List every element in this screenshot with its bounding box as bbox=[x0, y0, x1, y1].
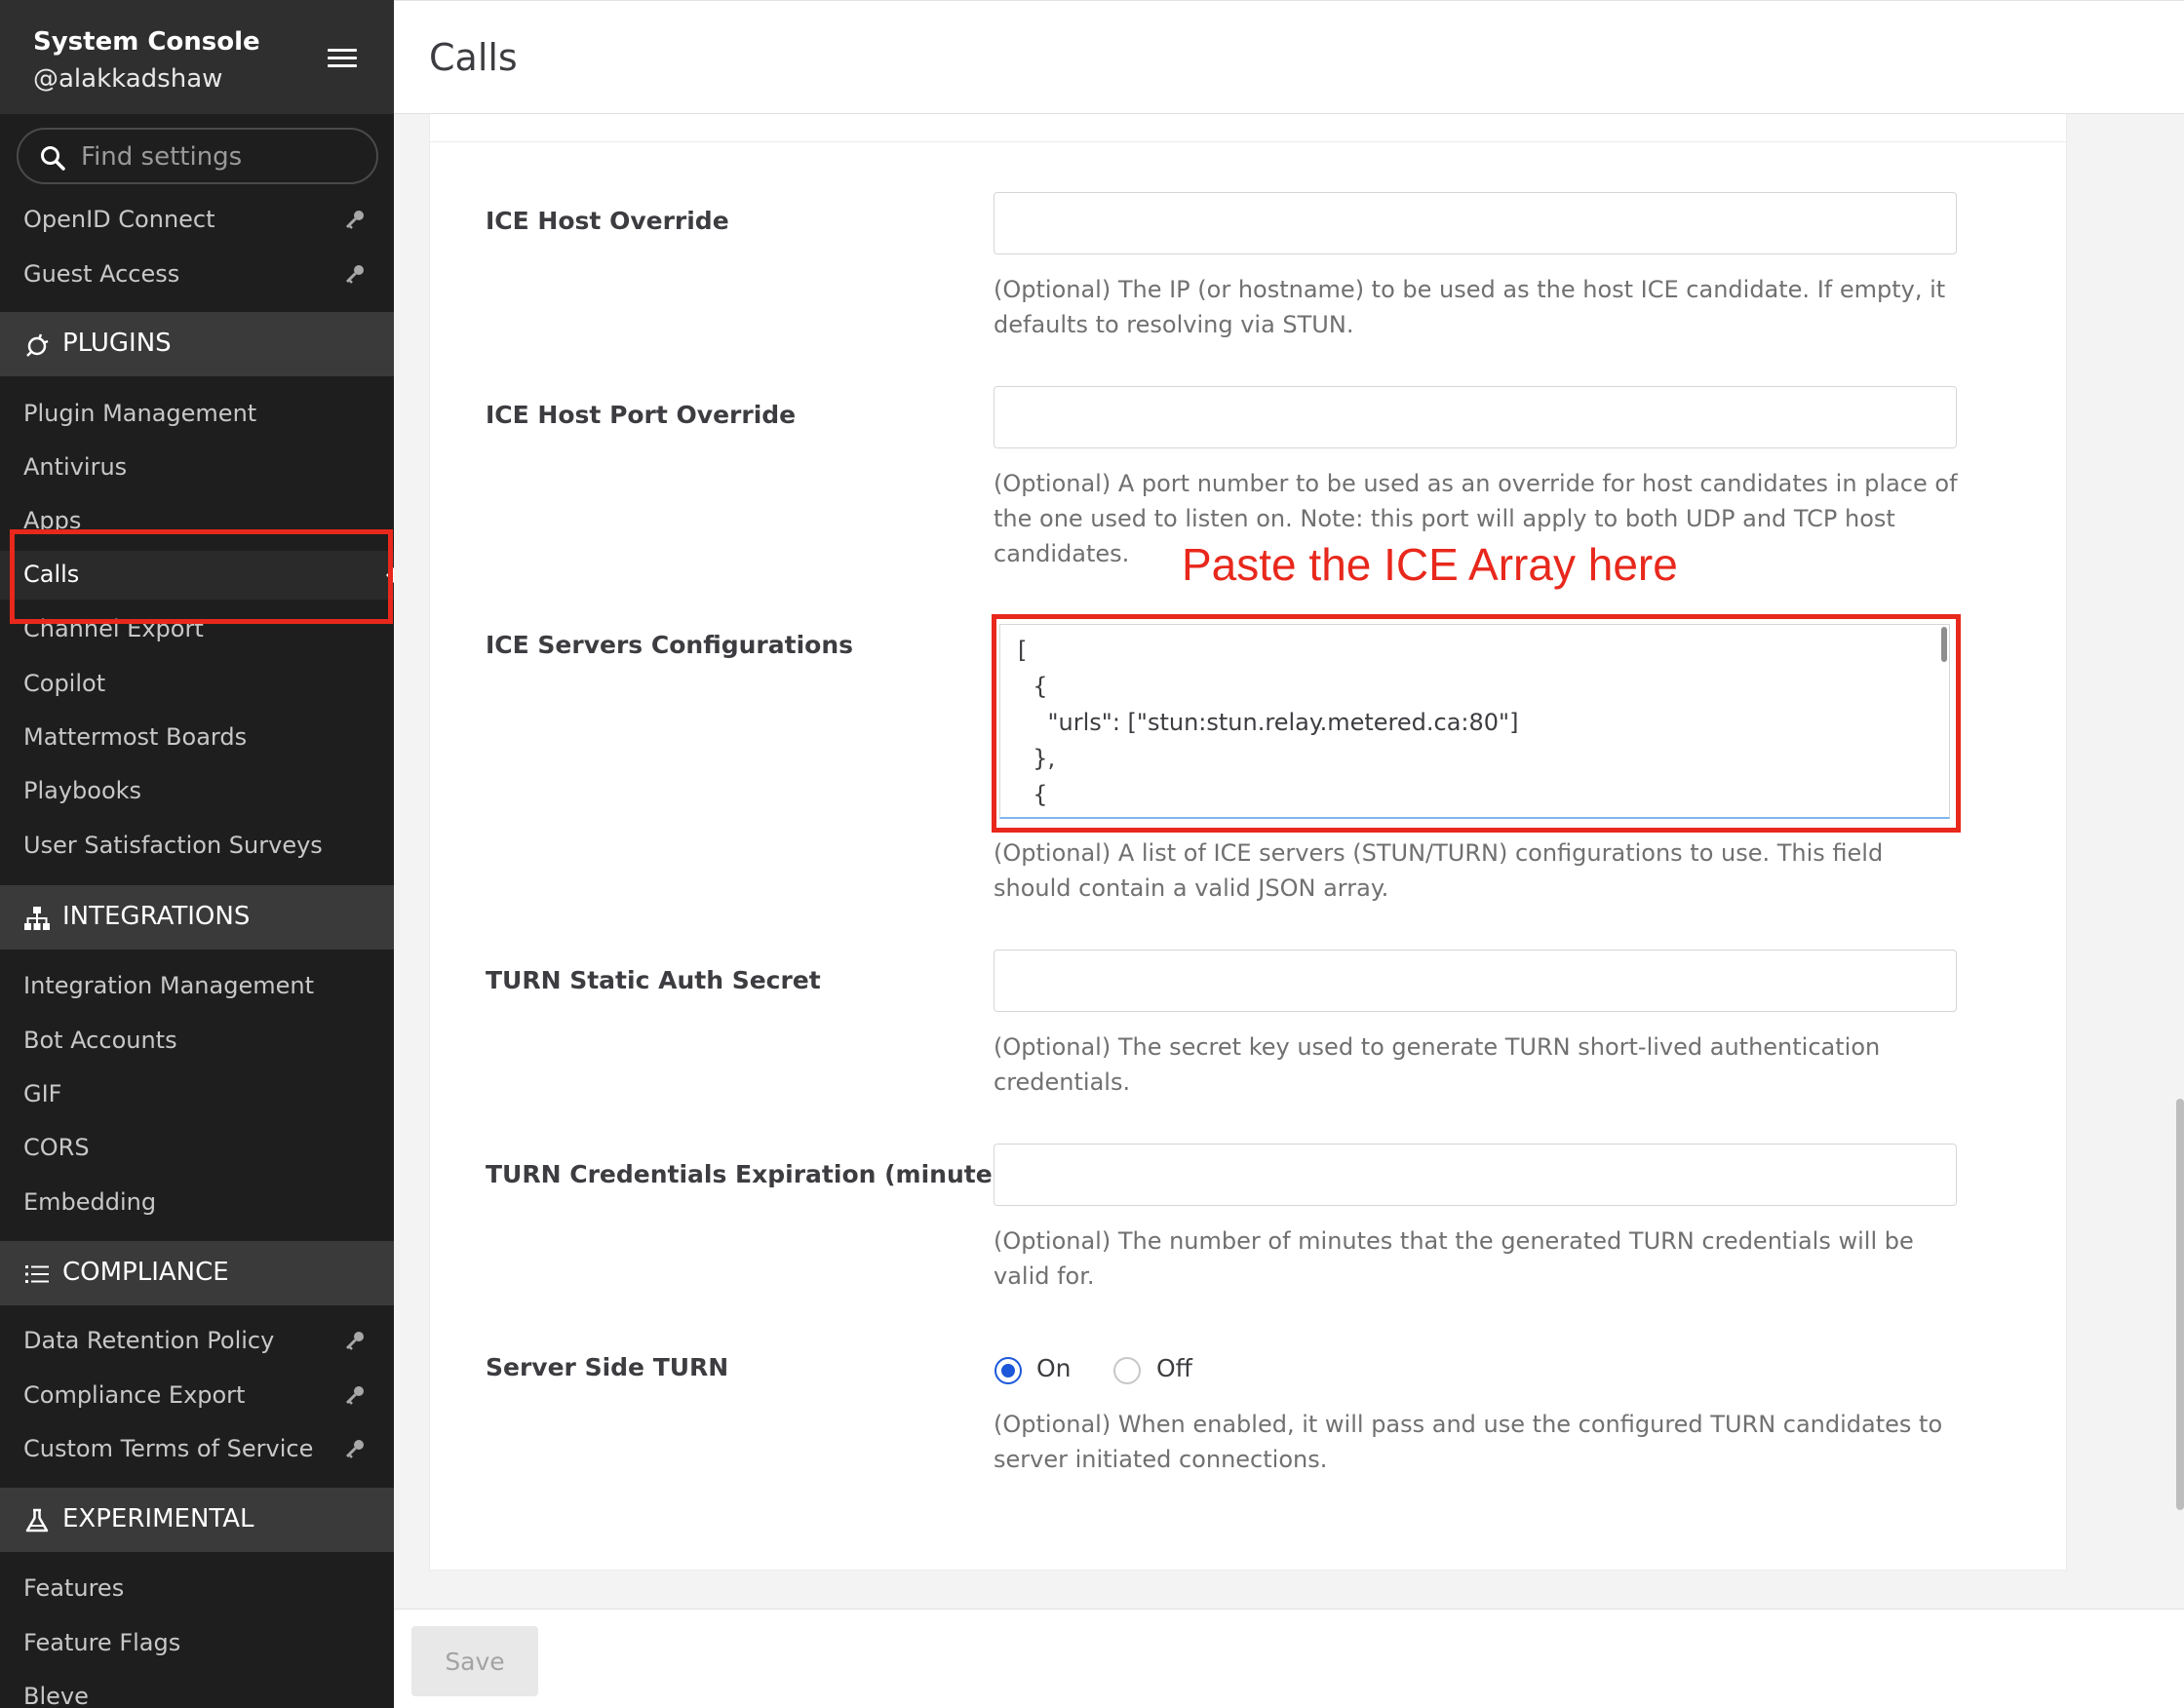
sidebar-section-compliance: COMPLIANCE bbox=[0, 1241, 394, 1305]
sidebar-item-compliance-export[interactable]: Compliance Export bbox=[0, 1372, 394, 1420]
sidebar-item-label: Playbooks bbox=[23, 777, 142, 804]
sidebar-item-label: Calls bbox=[23, 561, 80, 588]
ice-host-port-override-input[interactable] bbox=[994, 386, 1957, 448]
turn-static-auth-secret-input[interactable] bbox=[994, 950, 1957, 1012]
page-scrollbar[interactable] bbox=[2176, 1099, 2184, 1510]
key-icon bbox=[345, 211, 364, 229]
sidebar-section-integrations: INTEGRATIONS bbox=[0, 885, 394, 950]
sidebar-item-label: GIF bbox=[23, 1080, 62, 1107]
sidebar-item-antivirus[interactable]: Antivirus bbox=[0, 444, 394, 492]
ice-host-port-override-label: ICE Host Port Override bbox=[486, 401, 797, 429]
console-title: System Console bbox=[33, 27, 260, 57]
find-settings-search[interactable] bbox=[17, 128, 378, 184]
search-input[interactable] bbox=[81, 139, 354, 175]
sidebar-item-calls[interactable]: Calls bbox=[0, 551, 394, 600]
sidebar-item-openid-connect[interactable]: OpenID Connect bbox=[0, 196, 394, 245]
sidebar-item-playbooks[interactable]: Playbooks bbox=[0, 767, 394, 816]
radio-label-on[interactable]: On bbox=[1036, 1354, 1072, 1382]
sidebar-item-data-retention-policy[interactable]: Data Retention Policy bbox=[0, 1317, 394, 1366]
plug-icon bbox=[26, 333, 49, 357]
sidebar-item-embedding[interactable]: Embedding bbox=[0, 1179, 394, 1227]
sidebar: System Console @alakkadshaw OpenID Conne… bbox=[0, 0, 394, 1708]
sidebar-item-label: Features bbox=[23, 1574, 125, 1602]
sidebar-item-cors[interactable]: CORS bbox=[0, 1124, 394, 1173]
turn-static-auth-secret-help: (Optional) The secret key used to genera… bbox=[994, 1033, 1881, 1096]
sidebar-item-mattermost-boards[interactable]: Mattermost Boards bbox=[0, 714, 394, 762]
sidebar-item-guest-access[interactable]: Guest Access bbox=[0, 251, 394, 299]
search-icon bbox=[41, 146, 65, 171]
sidebar-item-channel-export[interactable]: Channel Export bbox=[0, 605, 394, 654]
sidebar-item-label: Guest Access bbox=[23, 260, 180, 288]
sidebar-item-label: Copilot bbox=[23, 670, 106, 697]
server-side-turn-off-radio[interactable] bbox=[1113, 1357, 1141, 1384]
key-icon bbox=[345, 1386, 364, 1405]
turn-credentials-expiration-input[interactable] bbox=[994, 1144, 1957, 1206]
sidebar-item-feature-flags[interactable]: Feature Flags bbox=[0, 1619, 394, 1668]
server-side-turn-label: Server Side TURN bbox=[486, 1353, 729, 1381]
key-icon bbox=[345, 1440, 364, 1458]
sidebar-header: System Console @alakkadshaw bbox=[0, 0, 394, 114]
hamburger-menu-icon[interactable] bbox=[328, 49, 357, 68]
sidebar-item-label: OpenID Connect bbox=[23, 206, 215, 233]
ice-servers-label: ICE Servers Configurations bbox=[486, 631, 854, 659]
sidebar-item-label: Plugin Management bbox=[23, 400, 257, 427]
sidebar-section-label: EXPERIMENTAL bbox=[62, 1504, 254, 1533]
sidebar-item-user-satisfaction-surveys[interactable]: User Satisfaction Surveys bbox=[0, 822, 394, 871]
sidebar-item-label: Bleve bbox=[23, 1683, 89, 1708]
sidebar-item-label: Compliance Export bbox=[23, 1381, 246, 1409]
ice-servers-textarea[interactable]: [ { "urls": ["stun:stun.relay.metered.ca… bbox=[999, 624, 1950, 819]
annotation-text: Paste the ICE Array here bbox=[1182, 539, 1678, 590]
sidebar-section-label: COMPLIANCE bbox=[62, 1258, 229, 1287]
ice-host-override-label: ICE Host Override bbox=[486, 207, 729, 235]
sidebar-item-custom-terms-of-service[interactable]: Custom Terms of Service bbox=[0, 1425, 394, 1474]
sidebar-item-label: Feature Flags bbox=[23, 1629, 181, 1656]
sidebar-item-label: CORS bbox=[23, 1134, 90, 1161]
sidebar-item-label: Integration Management bbox=[23, 972, 314, 999]
ice-servers-value: [ { "urls": ["stun:stun.relay.metered.ca… bbox=[1018, 637, 1519, 808]
ice-host-override-help: (Optional) The IP (or hostname) to be us… bbox=[994, 276, 1946, 338]
save-footer bbox=[394, 1609, 2184, 1708]
server-side-turn-help: (Optional) When enabled, it will pass an… bbox=[994, 1411, 1943, 1473]
sidebar-item-apps[interactable]: Apps bbox=[0, 497, 394, 546]
sidebar-item-label: Data Retention Policy bbox=[23, 1327, 275, 1354]
ice-servers-help: (Optional) A list of ICE servers (STUN/T… bbox=[994, 839, 1884, 902]
page-header: Calls bbox=[394, 0, 2184, 114]
flask-icon bbox=[25, 1508, 49, 1533]
active-caret-icon bbox=[386, 567, 394, 583]
sidebar-item-gif[interactable]: GIF bbox=[0, 1070, 394, 1119]
sidebar-section-label: PLUGINS bbox=[62, 329, 172, 358]
save-button[interactable]: Save bbox=[411, 1626, 538, 1696]
key-icon bbox=[345, 1332, 364, 1350]
sidebar-item-label: Antivirus bbox=[23, 453, 128, 481]
sidebar-item-label: Channel Export bbox=[23, 615, 204, 642]
radio-label-off[interactable]: Off bbox=[1156, 1354, 1192, 1382]
list-icon bbox=[25, 1265, 49, 1283]
sidebar-section-plugins: PLUGINS bbox=[0, 312, 394, 376]
username: @alakkadshaw bbox=[33, 64, 223, 94]
turn-credentials-expiration-help: (Optional) The number of minutes that th… bbox=[994, 1227, 1914, 1290]
textarea-scrollbar[interactable] bbox=[1941, 627, 1947, 662]
sidebar-item-label: Apps bbox=[23, 507, 82, 534]
sidebar-section-experimental: EXPERIMENTAL bbox=[0, 1488, 394, 1552]
sidebar-item-bot-accounts[interactable]: Bot Accounts bbox=[0, 1017, 394, 1066]
sidebar-item-label: Custom Terms of Service bbox=[23, 1435, 314, 1462]
sidebar-item-integration-management[interactable]: Integration Management bbox=[0, 962, 394, 1011]
sidebar-item-label: Embedding bbox=[23, 1188, 157, 1216]
sidebar-item-label: Mattermost Boards bbox=[23, 723, 248, 751]
divider bbox=[429, 141, 2067, 142]
key-icon bbox=[345, 265, 364, 284]
sidebar-section-label: INTEGRATIONS bbox=[62, 902, 251, 931]
page-title: Calls bbox=[429, 36, 518, 79]
sitemap-icon bbox=[24, 907, 50, 930]
turn-credentials-expiration-label: TURN Credentials Expiration (minutes) bbox=[486, 1160, 1018, 1188]
sidebar-item-features[interactable]: Features bbox=[0, 1565, 394, 1613]
sidebar-item-plugin-management[interactable]: Plugin Management bbox=[0, 390, 394, 439]
sidebar-item-bleve[interactable]: Bleve bbox=[0, 1673, 394, 1708]
ice-host-override-input[interactable] bbox=[994, 192, 1957, 254]
server-side-turn-on-radio[interactable] bbox=[994, 1357, 1022, 1384]
sidebar-item-label: User Satisfaction Surveys bbox=[23, 832, 323, 859]
turn-static-auth-secret-label: TURN Static Auth Secret bbox=[486, 966, 821, 994]
sidebar-item-label: Bot Accounts bbox=[23, 1027, 177, 1054]
sidebar-item-copilot[interactable]: Copilot bbox=[0, 660, 394, 709]
